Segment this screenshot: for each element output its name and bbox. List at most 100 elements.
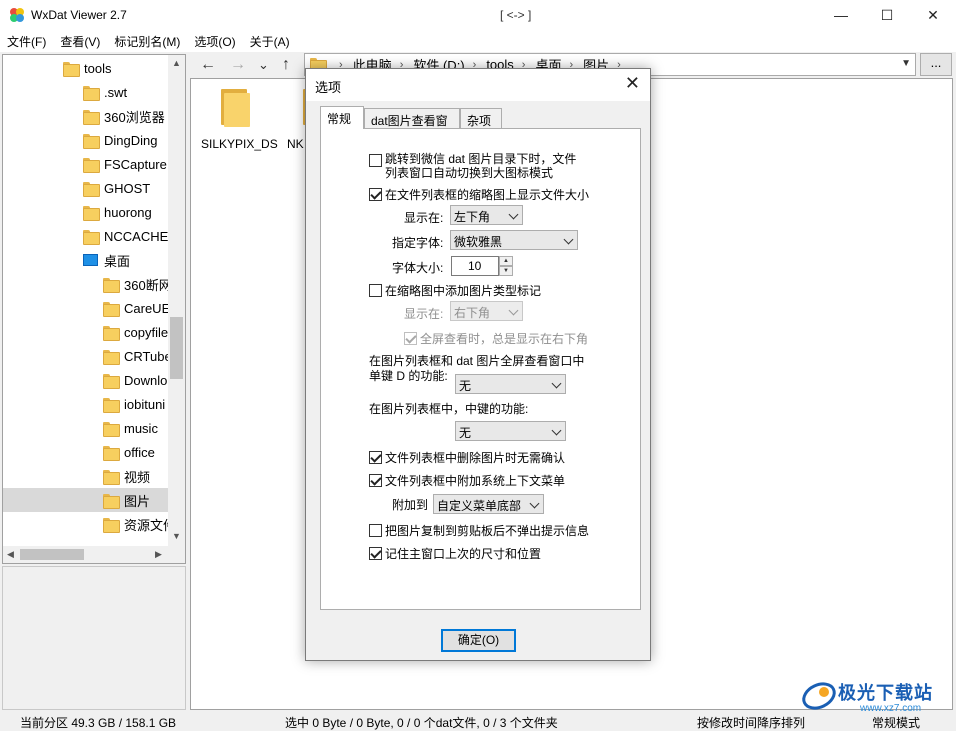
menu-alias[interactable]: 标记别名(M) [107, 30, 187, 52]
opt-context-menu[interactable]: 文件列表框中附加系统上下文菜单 [369, 472, 565, 489]
dkey-function-select[interactable]: 无 [455, 374, 566, 394]
chevron-down-icon [508, 305, 519, 316]
tab-misc[interactable]: 杂项 [460, 108, 502, 129]
tree-item[interactable]: Downlo [103, 368, 167, 392]
checkbox[interactable] [369, 451, 382, 464]
tree-vertical-scrollbar[interactable]: ▲ ▼ [168, 55, 185, 546]
checkbox[interactable] [369, 188, 382, 201]
file-item-label[interactable]: NK [287, 137, 304, 151]
chevron-down-icon [551, 378, 562, 389]
tree-item[interactable]: 图片 [3, 488, 168, 512]
folder-icon [83, 229, 100, 245]
middle-click-select[interactable]: 无 [455, 421, 566, 441]
tree-item-label: Downlo [124, 372, 168, 388]
folder-icon [103, 301, 120, 317]
tab-dat-viewer[interactable]: dat图片查看窗口 [364, 108, 460, 145]
tree-horizontal-scrollbar[interactable]: ◀ ▶ [3, 546, 185, 563]
tree-item[interactable]: iobituni [103, 392, 165, 416]
chevron-down-icon [529, 498, 540, 509]
checkbox[interactable] [369, 154, 382, 167]
tree-item[interactable]: 视频 [103, 464, 150, 488]
ok-button[interactable]: 确定(O) [441, 629, 516, 652]
opt-show-file-size[interactable]: 在文件列表框的缩略图上显示文件大小 [369, 186, 589, 203]
tree-item-label: NCCACHE [104, 228, 169, 244]
dialog-title: 选项 [315, 80, 342, 95]
font-value: 微软雅黑 [454, 235, 503, 249]
browse-button[interactable]: ... [920, 53, 952, 76]
file-item-label[interactable]: SILKYPIX_DS [201, 137, 278, 151]
tree-item[interactable]: .swt [83, 80, 127, 104]
opt-remember-window[interactable]: 记住主窗口上次的尺寸和位置 [369, 545, 541, 562]
tree-vertical-scroll-thumb[interactable] [170, 317, 183, 379]
checkbox[interactable] [369, 547, 382, 560]
tree-item-label: .swt [104, 84, 128, 100]
minimize-button[interactable]: — [818, 0, 864, 30]
opt-fullscreen-corner[interactable]: 全屏查看时，总是显示在右下角 [404, 330, 588, 347]
scroll-down-icon[interactable]: ▼ [172, 531, 181, 541]
tree-item[interactable]: NCCACHE [83, 224, 168, 248]
tree-item[interactable]: tools [63, 56, 111, 80]
opt-no-delete-confirm[interactable]: 文件列表框中删除图片时无需确认 [369, 449, 565, 466]
desktop-icon [83, 254, 98, 266]
tree-item[interactable]: CareUEy [103, 296, 177, 320]
address-dropdown-icon[interactable]: ▼ [901, 58, 911, 69]
tree-item[interactable]: office [103, 440, 155, 464]
spin-up-icon[interactable]: ▲ [499, 256, 513, 266]
up-folder-icon[interactable]: ↑ [282, 56, 290, 74]
opt-type-mark[interactable]: 在缩略图中添加图片类型标记 [369, 282, 541, 299]
close-button[interactable]: ✕ [910, 0, 956, 30]
folder-icon [103, 469, 120, 485]
show-at2-select[interactable]: 右下角 [450, 301, 523, 321]
dialog-close-icon[interactable]: ✕ [625, 73, 640, 94]
menu-options[interactable]: 选项(O) [187, 30, 242, 52]
tree-item-label: 360断网 [124, 277, 172, 293]
tree-item[interactable]: DingDing [83, 128, 157, 152]
show-at-value: 左下角 [454, 210, 491, 224]
watermark-url: www.xz7.com [860, 703, 922, 714]
tree-item[interactable]: 360断网 [103, 272, 172, 296]
tree-item-label: iobituni [124, 396, 166, 412]
menu-about[interactable]: 关于(A) [243, 30, 297, 52]
general-settings-panel: 跳转到微信 dat 图片目录下时，文件 列表窗口自动切换到大图标模式 在文件列表… [320, 128, 641, 610]
menu-view[interactable]: 查看(V) [53, 30, 107, 52]
show-at-select[interactable]: 左下角 [450, 205, 523, 225]
folder-tree[interactable]: tools .swt 360浏览器 DingDing FSCapture GHOST huo… [2, 54, 186, 564]
tree-item-label: GHOST [104, 180, 151, 196]
tree-item[interactable]: 资源文件 [103, 512, 176, 536]
checkbox[interactable] [404, 332, 417, 345]
spin-down-icon[interactable]: ▼ [499, 266, 513, 276]
tree-item[interactable]: FSCapture [83, 152, 167, 176]
back-icon[interactable]: ← [200, 56, 216, 74]
tree-item[interactable]: huorong [83, 200, 152, 224]
opt-auto-large-icon[interactable]: 跳转到微信 dat 图片目录下时，文件 列表窗口自动切换到大图标模式 [369, 152, 576, 180]
attach-to-select[interactable]: 自定义菜单底部 [433, 494, 544, 514]
forward-icon[interactable]: → [230, 56, 246, 74]
font-select[interactable]: 微软雅黑 [450, 230, 578, 250]
font-size-input[interactable]: 10 [451, 256, 499, 276]
middle-click-label: 在图片列表框中，中键的功能: [369, 401, 529, 416]
folder-icon[interactable] [221, 89, 251, 127]
tree-horizontal-scroll-thumb[interactable] [20, 549, 84, 560]
tree-item[interactable]: CRTube [103, 344, 172, 368]
checkbox[interactable] [369, 474, 382, 487]
scroll-up-icon[interactable]: ▲ [172, 58, 181, 68]
tree-item[interactable]: GHOST [83, 176, 150, 200]
opt-fullscreen-corner-label: 全屏查看时，总是显示在右下角 [420, 332, 589, 346]
tree-item[interactable]: 桌面 [83, 248, 130, 272]
scroll-right-icon[interactable]: ▶ [155, 549, 162, 560]
checkbox[interactable] [369, 524, 382, 537]
tree-item[interactable]: music [103, 416, 158, 440]
maximize-button[interactable]: ☐ [864, 0, 910, 30]
tree-item[interactable]: copyfile [103, 320, 168, 344]
checkbox[interactable] [369, 284, 382, 297]
folder-icon [83, 109, 100, 125]
opt-copy-no-tip[interactable]: 把图片复制到剪贴板后不弹出提示信息 [369, 522, 589, 539]
status-partition: 当前分区 49.3 GB / 158.1 GB [20, 716, 177, 730]
scroll-left-icon[interactable]: ◀ [7, 549, 14, 560]
tree-item[interactable]: 360浏览器 [83, 104, 165, 128]
tab-general[interactable]: 常规 [320, 106, 364, 129]
history-dropdown-icon[interactable]: ⌄ [258, 57, 269, 73]
menu-file[interactable]: 文件(F) [0, 30, 53, 52]
font-size-stepper[interactable]: ▲ ▼ [499, 256, 513, 276]
opt-auto-large-icon-label2: 列表窗口自动切换到大图标模式 [385, 166, 554, 180]
